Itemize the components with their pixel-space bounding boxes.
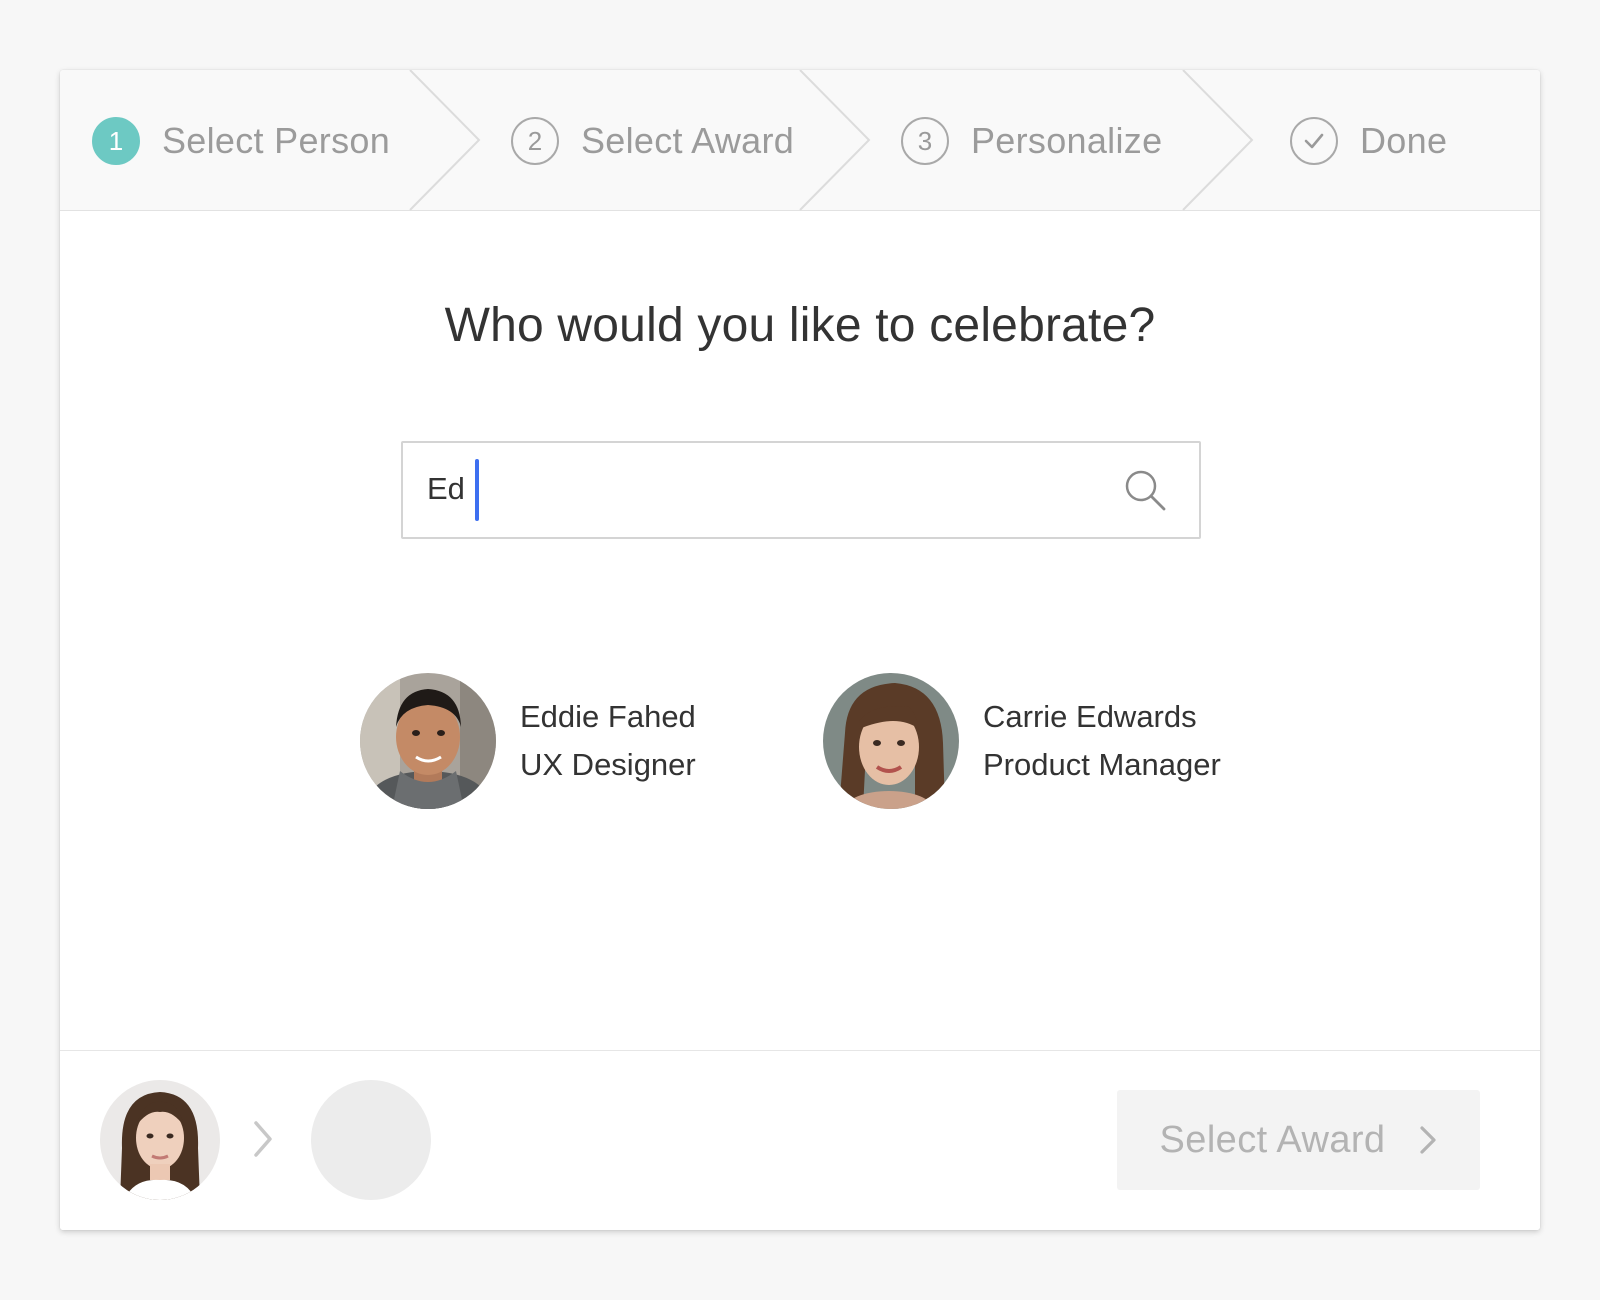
person-result-item[interactable]: Eddie Fahed UX Designer bbox=[360, 673, 696, 809]
recipient-avatar-placeholder bbox=[311, 1080, 431, 1200]
person-info: Carrie Edwards Product Manager bbox=[983, 693, 1221, 789]
step-label: Select Person bbox=[162, 120, 391, 161]
check-circle-icon bbox=[1290, 117, 1338, 165]
search-input[interactable]: Ed bbox=[401, 441, 1201, 539]
step-label: Done bbox=[1360, 120, 1448, 161]
search-icon[interactable] bbox=[1124, 469, 1168, 518]
sender-avatar bbox=[100, 1080, 220, 1200]
avatar bbox=[360, 673, 496, 809]
step-label: Select Award bbox=[581, 120, 795, 161]
search-input-value: Ed bbox=[427, 471, 465, 506]
person-name: Carrie Edwards bbox=[983, 699, 1197, 734]
person-role: Product Manager bbox=[983, 747, 1221, 782]
award-wizard-card: 1 Select Person 2 Select Award 3 Persona… bbox=[60, 70, 1540, 1230]
wizard-stepper: 1 Select Person 2 Select Award 3 Persona… bbox=[60, 70, 1540, 211]
page-title: Who would you like to celebrate? bbox=[444, 299, 1156, 352]
step-done[interactable]: Done bbox=[1290, 116, 1447, 166]
chevron-right-icon bbox=[1420, 1126, 1437, 1154]
person-result-item[interactable]: Carrie Edwards Product Manager bbox=[823, 673, 1221, 809]
step-personalize[interactable]: 3 Personalize bbox=[901, 116, 1162, 166]
person-name: Eddie Fahed bbox=[520, 699, 696, 734]
text-caret bbox=[475, 459, 479, 521]
avatar bbox=[823, 673, 959, 809]
step-label: Personalize bbox=[971, 120, 1163, 161]
step-number-badge: 1 bbox=[92, 117, 140, 165]
person-role: UX Designer bbox=[520, 747, 696, 782]
select-award-button[interactable]: Select Award bbox=[1117, 1090, 1480, 1190]
person-info: Eddie Fahed UX Designer bbox=[520, 693, 696, 789]
step-select-person[interactable]: 1 Select Person bbox=[92, 116, 390, 166]
select-award-button-label: Select Award bbox=[1159, 1118, 1386, 1161]
step-select-award[interactable]: 2 Select Award bbox=[511, 116, 794, 166]
step-number-badge: 2 bbox=[511, 117, 559, 165]
step-number-badge: 3 bbox=[901, 117, 949, 165]
wizard-footer: Select Award bbox=[60, 1050, 1540, 1230]
chevron-right-icon bbox=[252, 1119, 276, 1164]
